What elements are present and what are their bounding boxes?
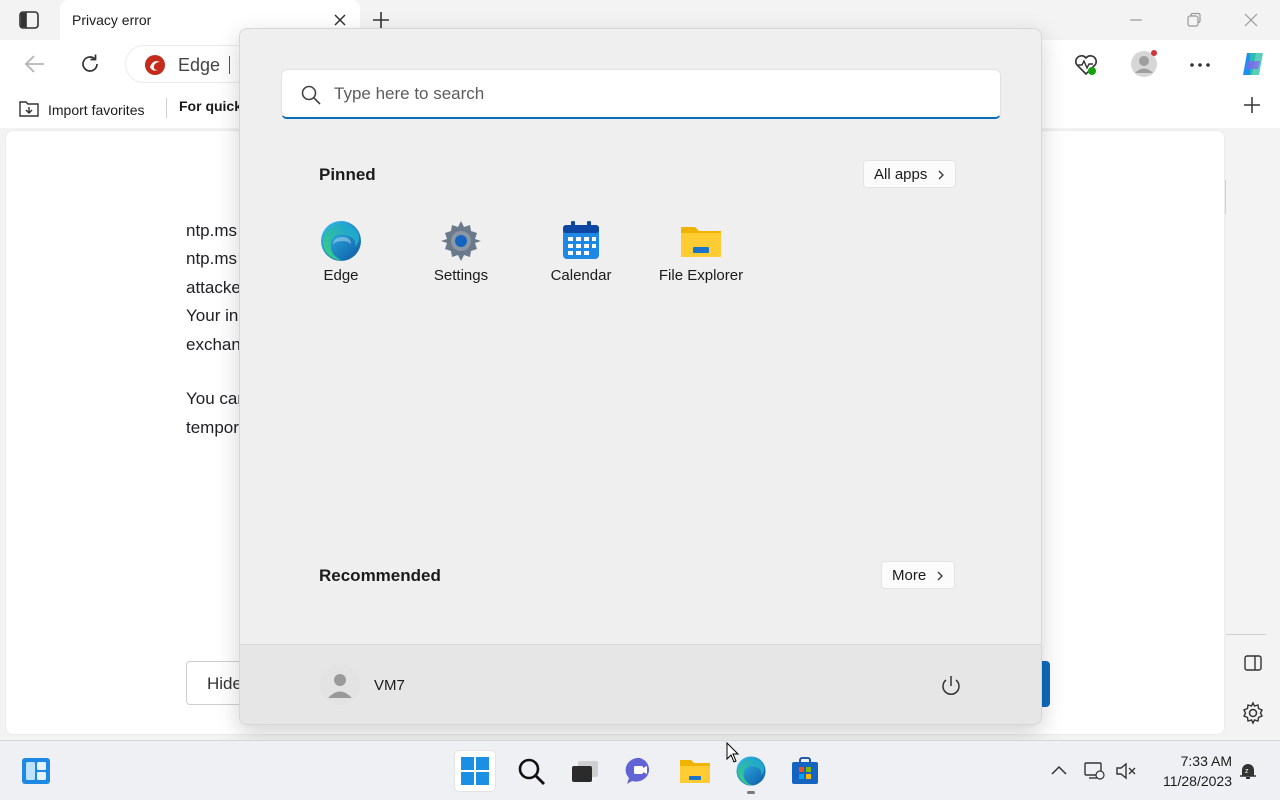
all-apps-label: All apps — [874, 165, 928, 183]
task-view-icon[interactable] — [565, 751, 605, 791]
user-name[interactable]: VM7 — [374, 677, 405, 694]
pinned-app-label: Settings — [433, 267, 489, 284]
back-arrow-icon[interactable] — [22, 52, 48, 76]
more-label: More — [892, 566, 927, 584]
tab-title: Privacy error — [72, 12, 152, 28]
calendar-icon — [559, 219, 603, 263]
restore-icon[interactable] — [1184, 10, 1204, 30]
error-text-line: tempor — [186, 418, 239, 437]
error-text-line: exchan — [186, 335, 241, 354]
teams-chat-icon[interactable] — [620, 751, 660, 791]
copilot-icon[interactable] — [1238, 49, 1268, 79]
search-icon — [300, 84, 322, 106]
error-text-line: You car — [186, 389, 244, 408]
taskbar-search-icon[interactable] — [511, 751, 551, 791]
favorites-hint-text: For quick — [179, 98, 242, 114]
running-app-indicator — [747, 791, 755, 794]
more-button[interactable]: More — [881, 561, 956, 589]
pinned-app-label: Edge — [323, 267, 359, 284]
chevron-up-icon[interactable] — [1049, 761, 1069, 781]
minimize-icon[interactable] — [1126, 10, 1146, 30]
error-text-line: Your in — [186, 306, 239, 325]
hide-advanced-label: Hide — [207, 674, 242, 693]
chevron-right-icon — [936, 569, 944, 581]
more-options-icon[interactable] — [1187, 52, 1213, 78]
import-favorites-link[interactable]: Import favorites — [18, 98, 144, 121]
address-cursor — [229, 56, 230, 74]
start-menu: Pinned All apps Edge Settings Calendar F… — [239, 28, 1042, 725]
pinned-app-label: Calendar — [550, 267, 612, 284]
start-search-box[interactable] — [281, 69, 1001, 119]
tab-actions-icon[interactable] — [18, 10, 40, 30]
import-favorites-icon — [18, 98, 40, 121]
sidebar-settings-icon[interactable] — [1241, 701, 1265, 725]
error-text-line: ntp.ms — [186, 249, 238, 268]
tab-close-icon[interactable] — [332, 12, 348, 28]
pinned-app-calendar[interactable]: Calendar — [521, 215, 641, 295]
refresh-icon[interactable] — [78, 52, 102, 76]
favorites-divider — [166, 98, 167, 118]
power-icon[interactable] — [938, 673, 964, 699]
mouse-cursor-icon — [726, 741, 740, 764]
close-window-icon[interactable] — [1241, 10, 1261, 30]
pinned-app-settings[interactable]: Settings — [401, 215, 521, 295]
security-warning-icon — [144, 54, 166, 76]
split-screen-icon[interactable] — [1242, 652, 1264, 674]
settings-gear-icon — [439, 219, 483, 263]
error-text-line: ntp.ms — [186, 221, 238, 240]
clock-date: 11/28/2023 — [1162, 773, 1232, 789]
sidebar-add-icon[interactable] — [1241, 94, 1263, 116]
pinned-app-file-explorer[interactable]: File Explorer — [641, 215, 761, 295]
volume-muted-icon[interactable] — [1115, 761, 1136, 781]
folder-icon — [679, 219, 723, 263]
sidebar-bottom-divider — [1226, 634, 1266, 635]
error-text-line: attacke — [186, 278, 241, 297]
svg-text:z: z — [1245, 768, 1249, 775]
widgets-icon[interactable] — [16, 751, 56, 791]
pinned-app-edge[interactable]: Edge — [281, 215, 401, 295]
user-avatar[interactable] — [320, 665, 360, 705]
edge-icon — [319, 219, 363, 263]
edge-sidebar — [1226, 128, 1280, 740]
notification-icon[interactable]: z — [1238, 761, 1258, 781]
browser-essentials-icon[interactable] — [1073, 52, 1099, 78]
import-favorites-label: Import favorites — [48, 101, 145, 118]
pinned-app-label: File Explorer — [658, 267, 744, 284]
start-search-input[interactable] — [334, 82, 974, 106]
go-back-button[interactable] — [1042, 661, 1050, 707]
taskbar: 7:33 AM 11/28/2023 z — [0, 740, 1280, 800]
network-icon[interactable] — [1083, 761, 1105, 781]
system-clock[interactable]: 7:33 AM 11/28/2023 — [1148, 751, 1232, 791]
chevron-right-icon — [937, 168, 945, 180]
start-footer: VM7 — [240, 644, 1041, 724]
clock-time: 7:33 AM — [1180, 753, 1232, 769]
pinned-heading: Pinned — [319, 165, 376, 184]
profile-avatar[interactable] — [1130, 50, 1158, 78]
favorites-hint-label: For quick — [179, 98, 243, 114]
all-apps-button[interactable]: All apps — [863, 160, 957, 188]
file-explorer-taskbar-icon[interactable] — [675, 751, 715, 791]
recommended-heading: Recommended — [319, 566, 441, 585]
address-text: Edge — [178, 55, 221, 75]
start-button[interactable] — [455, 751, 495, 791]
store-icon[interactable] — [785, 751, 825, 791]
